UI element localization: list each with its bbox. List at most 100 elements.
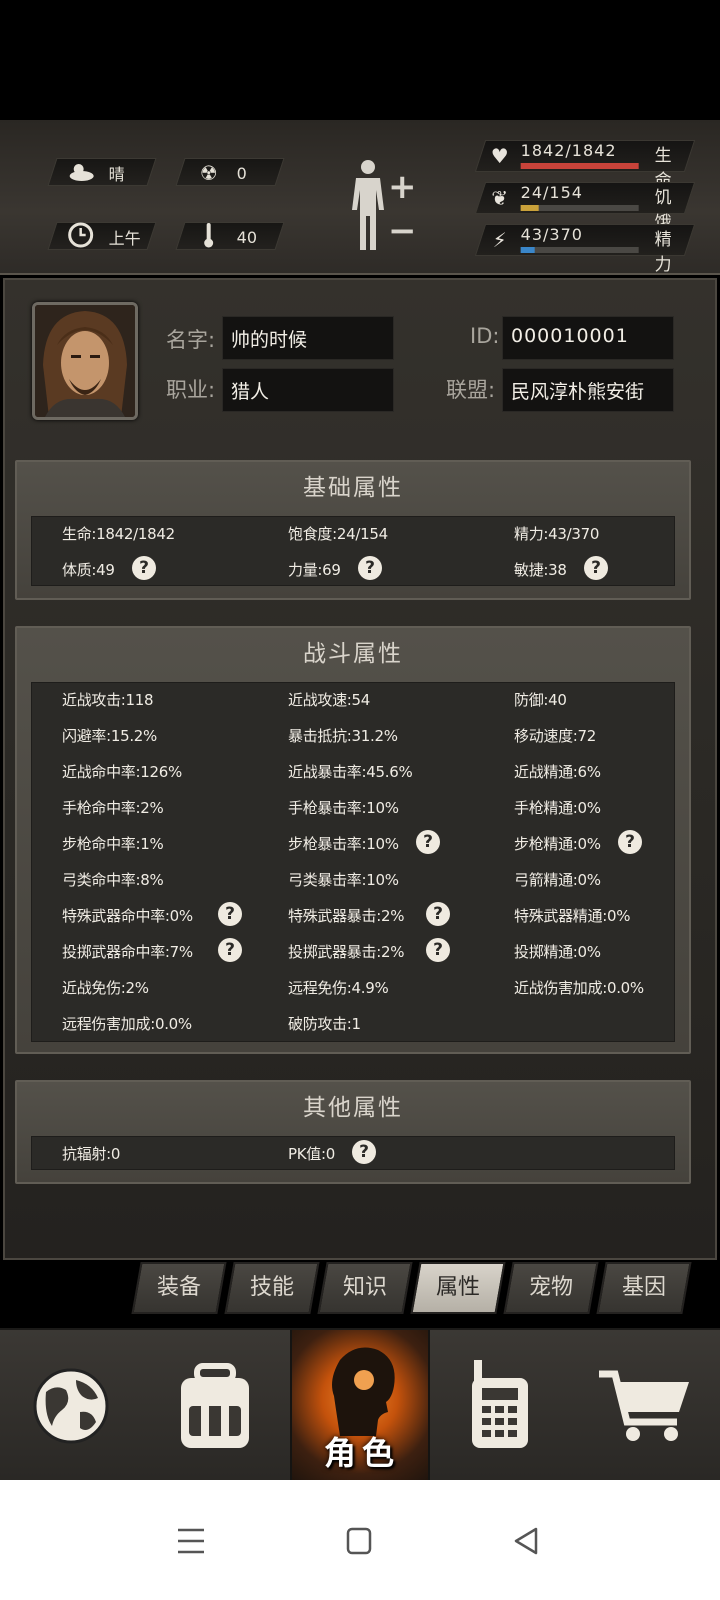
radiation-icon: ☢ (199, 161, 218, 185)
status-bar-area (0, 0, 720, 120)
recent-apps-button[interactable] (166, 1516, 216, 1566)
backpack-icon (181, 1363, 249, 1448)
attribute-item: 远程免伤:4.9% (288, 979, 389, 997)
attribute-item: 投掷精通:0% (514, 943, 601, 961)
attribute-item: 体质:49 (62, 561, 115, 579)
body-plus-minus-icon[interactable]: + − (388, 165, 417, 253)
combat-attributes-list: 近战攻击:118 近战攻速:54 防御:40 闪避率:15.2% 暴击抵抗:31.2% 移… (31, 682, 675, 1042)
help-icon[interactable]: ? (132, 556, 156, 580)
job-label: 职业: (166, 378, 216, 402)
attribute-item: 暴击抵抗:31.2% (288, 727, 398, 745)
help-icon[interactable]: ? (426, 902, 450, 926)
attribute-item: 特殊武器命中率:0% (62, 907, 193, 925)
nav-character-button[interactable]: 角色 (290, 1330, 430, 1482)
radiation-text: 0 (236, 163, 247, 183)
attribute-item: 弓箭精通:0% (514, 871, 601, 889)
tab-0[interactable]: 装备 (131, 1262, 227, 1314)
section-title: 基础属性 (303, 475, 403, 501)
attribute-item: 饱食度:24/154 (288, 525, 388, 543)
time-text: 上午 (108, 229, 141, 248)
tab-label: 宠物 (528, 1275, 573, 1300)
globe-icon (33, 1368, 109, 1444)
attribute-item: PK值:0 (288, 1145, 335, 1163)
section-title: 其他属性 (303, 1095, 403, 1121)
attribute-item: 弓类命中率:8% (62, 871, 164, 889)
minus-icon: − (388, 211, 417, 251)
vital-1: ❦ 24/154 饥饿 (474, 182, 696, 233)
tab-label: 技能 (249, 1275, 294, 1300)
nav-world-button[interactable] (0, 1330, 140, 1482)
cloud-sun-icon (67, 160, 95, 187)
help-icon[interactable]: ? (584, 556, 608, 580)
tab-1[interactable]: 技能 (224, 1262, 320, 1314)
temperature-chip: 40 (175, 222, 285, 253)
head-profile-icon (332, 1347, 395, 1436)
tab-label: 装备 (156, 1275, 201, 1300)
attribute-item: 特殊武器暴击:2% (288, 907, 405, 925)
attribute-item: 移动速度:72 (514, 727, 597, 745)
help-icon[interactable]: ? (426, 938, 450, 962)
attribute-item: 防御:40 (514, 691, 567, 709)
walkie-talkie-icon (472, 1360, 528, 1448)
clock-icon (67, 222, 95, 253)
vital-bar (520, 163, 639, 169)
thermometer-icon (195, 222, 223, 253)
energy-icon: ⚡ (492, 228, 507, 252)
help-icon[interactable]: ? (416, 830, 440, 854)
character-tabs: 装备 技能 知识 属性 宠物 基因 (130, 1262, 696, 1316)
attribute-item: 破防攻击:1 (288, 1015, 361, 1033)
attribute-item: 近战命中率:126% (62, 763, 182, 781)
back-button[interactable] (502, 1516, 552, 1566)
tab-5[interactable]: 基因 (596, 1262, 692, 1314)
attribute-item: 敏捷:38 (514, 561, 567, 579)
help-icon[interactable]: ? (618, 830, 642, 854)
vital-bar-fill (520, 205, 540, 211)
attribute-item: 近战暴击率:45.6% (288, 763, 413, 781)
stomach-icon: ❦ (491, 186, 509, 210)
shopping-cart-icon (599, 1370, 689, 1441)
help-icon[interactable]: ? (218, 902, 242, 926)
home-square-icon (346, 1527, 372, 1555)
other-attributes-section: 其他属性 抗辐射:0 PK值:0? (15, 1080, 691, 1184)
nav-shop-button[interactable] (575, 1330, 715, 1482)
vital-value: 43/370 (520, 225, 583, 244)
tab-2[interactable]: 知识 (317, 1262, 413, 1314)
help-icon[interactable]: ? (218, 938, 242, 962)
help-icon[interactable]: ? (352, 1140, 376, 1164)
attribute-item: 步枪暴击率:10% (288, 835, 399, 853)
tab-3[interactable]: 属性 (410, 1262, 506, 1314)
attribute-item: 步枪精通:0% (514, 835, 601, 853)
avatar[interactable] (32, 302, 138, 420)
attribute-item: 力量:69 (288, 561, 341, 579)
plus-icon: + (388, 167, 417, 207)
attribute-item: 抗辐射:0 (62, 1145, 121, 1163)
attribute-item: 手枪暴击率:10% (288, 799, 399, 817)
menu-icon (178, 1528, 204, 1554)
tab-4[interactable]: 宠物 (503, 1262, 599, 1314)
attribute-item: 手枪命中率:2% (62, 799, 164, 817)
vital-bar-fill (520, 247, 535, 253)
heart-icon: ♥ (490, 144, 509, 168)
basic-attributes-list: 生命:1842/1842 饱食度:24/154 精力:43/370 体质:49 力量:6… (31, 516, 675, 586)
attribute-item: 远程伤害加成:0.0% (62, 1015, 192, 1033)
help-icon[interactable]: ? (358, 556, 382, 580)
attribute-item: 近战攻击:118 (62, 691, 154, 709)
vital-bar (520, 205, 639, 211)
body-status-icon[interactable] (348, 158, 388, 254)
attribute-item: 步枪命中率:1% (62, 835, 164, 853)
vital-value: 24/154 (520, 183, 583, 202)
bottom-nav: 角色 (0, 1328, 720, 1482)
nav-radio-button[interactable] (430, 1330, 570, 1482)
job-field: 猎人 (222, 368, 394, 412)
tab-label: 基因 (621, 1275, 666, 1300)
attribute-item: 近战精通:6% (514, 763, 601, 781)
basic-attributes-section: 基础属性 生命:1842/1842 饱食度:24/154 精力:43/370 体质:4… (15, 460, 691, 600)
name-field: 帅的时候 (222, 316, 394, 360)
temperature-text: 40 (236, 227, 258, 247)
home-button[interactable] (334, 1516, 384, 1566)
attribute-item: 弓类暴击率:10% (288, 871, 399, 889)
nav-backpack-button[interactable] (145, 1330, 285, 1482)
nav-character-label: 角色 (323, 1434, 400, 1472)
other-attributes-list: 抗辐射:0 PK值:0? (31, 1136, 675, 1170)
weather-chip: 晴 (47, 158, 157, 187)
